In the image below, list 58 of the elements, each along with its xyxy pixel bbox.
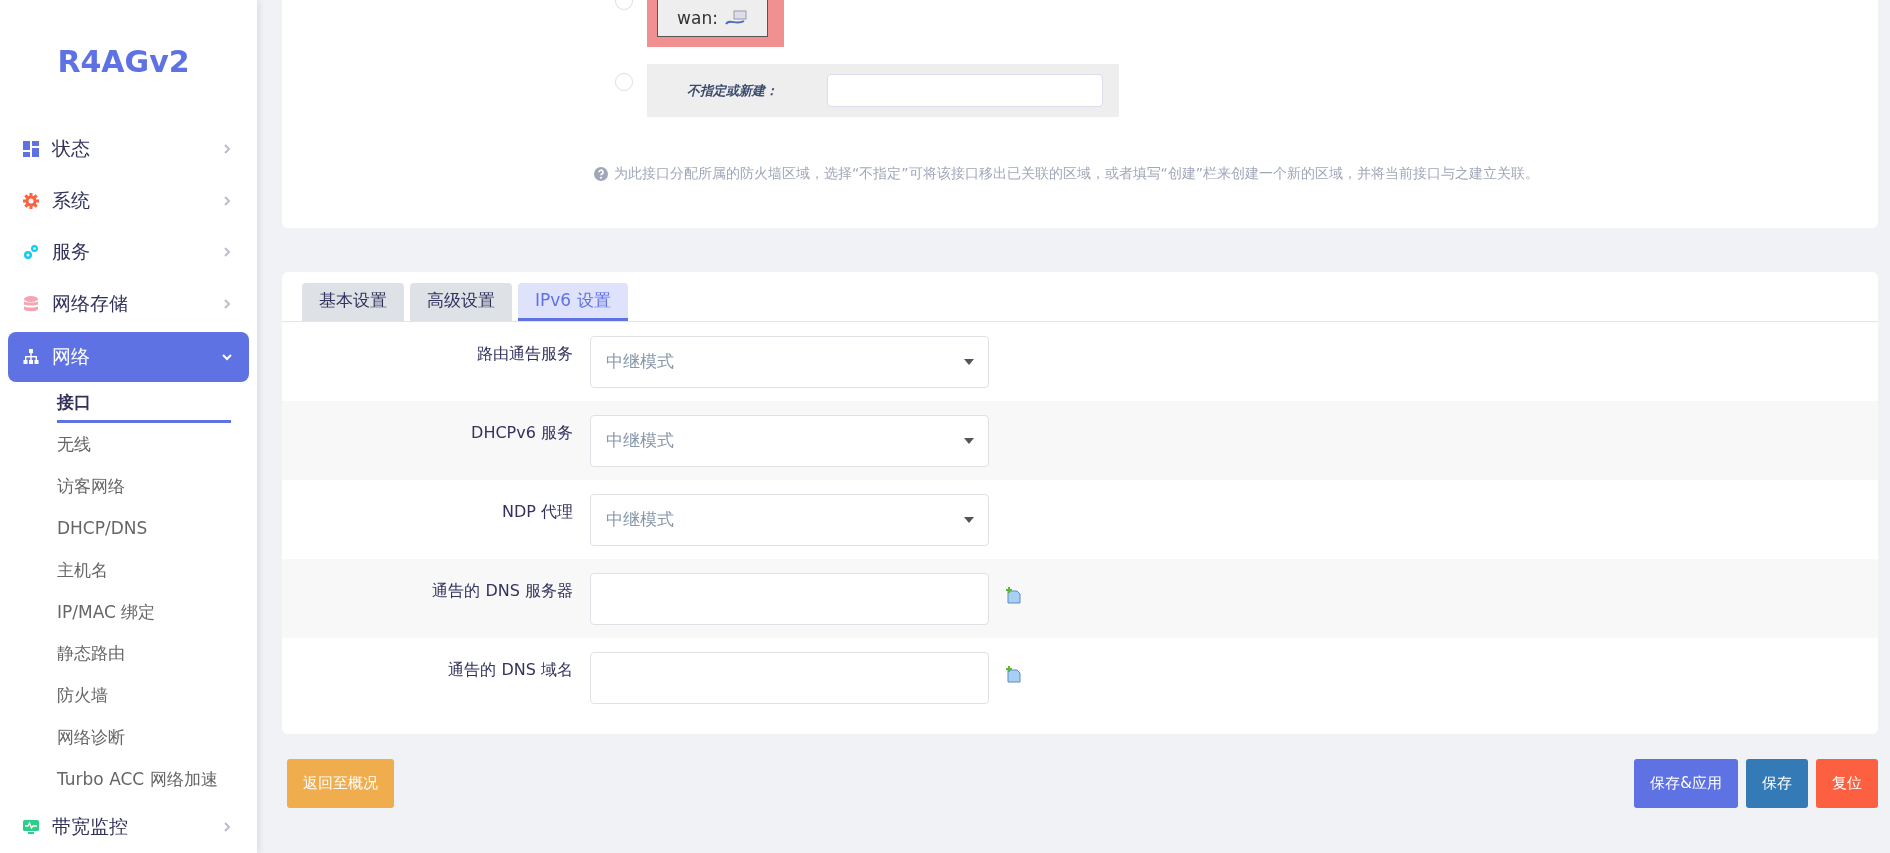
- nav-label: 带宽监控: [52, 814, 129, 840]
- sitemap-icon: [23, 349, 39, 366]
- add-icon[interactable]: [1005, 587, 1022, 604]
- nav-label: 网络: [52, 344, 91, 370]
- caret-icon: [964, 437, 974, 444]
- chevron-right-icon: [221, 246, 233, 259]
- gears-icon: [23, 244, 39, 261]
- nav-item[interactable]: 网络: [8, 332, 249, 383]
- tab[interactable]: 基本设置: [302, 283, 404, 321]
- submenu-item[interactable]: 静态路由: [57, 634, 231, 675]
- create-label: 不指定或新建：: [687, 81, 779, 100]
- network-icon: [723, 10, 748, 26]
- zone-name-input[interactable]: [827, 74, 1103, 107]
- chevron-right-icon: [221, 821, 233, 834]
- submenu-item[interactable]: 访客网络: [57, 466, 231, 507]
- submenu-item[interactable]: 接口: [57, 383, 231, 424]
- nav-item[interactable]: 系统: [8, 174, 249, 227]
- gear-icon: [23, 192, 39, 209]
- help-text: 为此接口分配所属的防火墙区域，选择“不指定”可将该接口移出已关联的区域，或者填写“创建”栏来创建一个新的区域，并将当前接口与之建立关联。: [614, 165, 1539, 183]
- input-field[interactable]: [590, 572, 989, 625]
- field-label: 路由通告服务: [476, 344, 574, 365]
- save-button[interactable]: 保存: [1746, 759, 1808, 808]
- caret-icon: [964, 358, 974, 365]
- field-label: DHCPv6 服务: [470, 423, 574, 444]
- tab[interactable]: IPv6 设置: [518, 283, 628, 321]
- field-label: 通告的 DNS 域名: [447, 660, 574, 681]
- nav-item[interactable]: 带宽监控: [8, 801, 249, 853]
- nav-item[interactable]: 服务: [8, 226, 249, 279]
- nav-label: 状态: [52, 135, 91, 161]
- caret-icon: [964, 516, 974, 523]
- dashboard-icon: [23, 140, 39, 157]
- chevron-right-icon: [221, 142, 233, 155]
- submenu-item[interactable]: 无线: [57, 424, 231, 465]
- nav-label: 系统: [52, 187, 91, 213]
- input-field[interactable]: [590, 651, 989, 704]
- chevron-right-icon: [221, 194, 233, 207]
- monitor-icon: [23, 819, 39, 836]
- save-apply-button[interactable]: 保存&应用: [1634, 759, 1738, 808]
- nav-label: 服务: [52, 239, 91, 265]
- radio-button[interactable]: [615, 73, 633, 91]
- tab[interactable]: 高级设置: [410, 283, 512, 321]
- submenu-item[interactable]: 主机名: [57, 550, 231, 591]
- field-label: 通告的 DNS 服务器: [431, 581, 574, 602]
- database-icon: [23, 296, 39, 313]
- submenu-item[interactable]: 网络诊断: [57, 718, 231, 759]
- submenu-item[interactable]: 防火墙: [57, 676, 231, 717]
- submenu-item[interactable]: IP/MAC 绑定: [57, 592, 231, 633]
- nav-item[interactable]: 状态: [8, 122, 249, 175]
- field-label: NDP 代理: [500, 502, 574, 523]
- zone-label: wan:: [677, 8, 718, 28]
- submenu-item[interactable]: DHCP/DNS: [57, 510, 231, 548]
- add-icon[interactable]: [1005, 666, 1022, 683]
- chevron-right-icon: [221, 298, 233, 311]
- logo: R4AGv2: [57, 43, 190, 79]
- nav-label: 网络存储: [52, 291, 129, 317]
- nav-item[interactable]: 网络存储: [8, 278, 249, 331]
- submenu-item[interactable]: Turbo ACC 网络加速: [57, 760, 231, 801]
- help-icon: [594, 167, 608, 181]
